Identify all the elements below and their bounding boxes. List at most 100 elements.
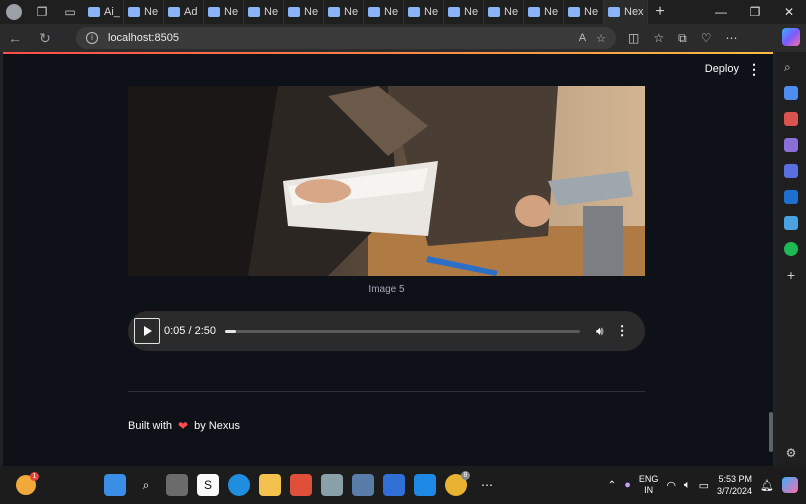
tab-5[interactable]: Ne	[284, 0, 324, 24]
weather-badge: 1	[30, 472, 39, 481]
site-info-icon[interactable]: i	[86, 32, 98, 44]
header-decoration	[3, 52, 773, 54]
tab-label: Ne	[584, 6, 599, 18]
read-aloud-icon[interactable]: A	[579, 32, 586, 44]
footer-text: Built with ❤ by Nexus	[128, 419, 240, 433]
book-icon	[488, 7, 500, 17]
main-menu-icon[interactable]: ⋮	[747, 61, 761, 78]
notepad-icon[interactable]	[383, 474, 405, 496]
shopping-icon[interactable]	[784, 86, 798, 100]
tab-active[interactable]: Nex ✕	[604, 0, 648, 24]
tab-3[interactable]: Ne	[204, 0, 244, 24]
book-icon	[328, 7, 340, 17]
refresh-button[interactable]: ↻	[30, 30, 60, 47]
tab-10[interactable]: Ne	[484, 0, 524, 24]
close-window-button[interactable]: ✕	[772, 0, 806, 24]
notification-bell-icon[interactable]: 🔔︎	[760, 479, 774, 492]
tab-6[interactable]: Ne	[324, 0, 364, 24]
more-menu-icon[interactable]: ⋯	[725, 31, 737, 46]
favorites-icon[interactable]: ☆	[653, 31, 664, 46]
send-icon[interactable]	[784, 216, 798, 230]
settings-taskbar-icon[interactable]	[352, 474, 374, 496]
people-icon[interactable]	[784, 138, 798, 152]
vscode-icon[interactable]	[414, 474, 436, 496]
search-icon[interactable]: ⌕	[784, 60, 798, 74]
add-app-icon[interactable]: +	[784, 268, 798, 282]
start-menu-icon[interactable]	[104, 474, 126, 496]
lang-top: ENG	[638, 474, 659, 484]
copilot-app-icon[interactable]	[784, 164, 798, 178]
collections-icon[interactable]: ⧉	[678, 31, 687, 46]
copilot-icon[interactable]	[782, 28, 800, 46]
copilot-tray-icon[interactable]	[782, 477, 798, 493]
volume-tray-icon[interactable]: 🔈︎	[684, 479, 691, 492]
tab-8[interactable]: Ne	[404, 0, 444, 24]
book-icon	[448, 7, 460, 17]
store-icon[interactable]	[290, 474, 312, 496]
language-indicator[interactable]: ENG IN	[639, 474, 659, 496]
settings-gear-icon[interactable]: ⚙	[786, 446, 797, 460]
split-screen-icon[interactable]: ◫	[628, 31, 639, 46]
heart-icon: ❤	[178, 419, 189, 433]
edge-taskbar-icon[interactable]	[228, 474, 250, 496]
audio-time: 0:05 / 2:50	[164, 325, 216, 337]
audio-options-icon[interactable]: ⋮	[616, 323, 629, 339]
audio-progress-slider[interactable]	[225, 329, 580, 333]
search-taskbar-icon[interactable]: ⌕	[135, 474, 157, 496]
audio-progress-fill	[225, 329, 236, 333]
wifi-icon[interactable]: ◠	[666, 479, 676, 492]
outlook-icon[interactable]	[784, 190, 798, 204]
battery-icon[interactable]: ▭	[699, 479, 709, 492]
tab-label: Ne	[504, 6, 519, 18]
workspaces-icon[interactable]: ❐	[28, 0, 56, 24]
tab-1[interactable]: Ne	[124, 0, 164, 24]
app-s-icon[interactable]: S	[197, 474, 219, 496]
tab-9[interactable]: Ne	[444, 0, 484, 24]
restore-button[interactable]: ❐	[738, 0, 772, 24]
favorite-star-icon[interactable]: ☆	[596, 32, 606, 45]
extensions-icon[interactable]: ♡	[701, 31, 712, 46]
microphone-icon[interactable]: ●	[624, 479, 631, 491]
show-hidden-icons[interactable]: ⌃	[608, 480, 616, 491]
footer-suffix: by Nexus	[194, 420, 240, 432]
volume-icon[interactable]: 🔊︎	[596, 324, 604, 339]
tab-0[interactable]: Ai_	[84, 0, 124, 24]
file-explorer-icon[interactable]	[259, 474, 281, 496]
book-icon	[408, 7, 420, 17]
tab-11[interactable]: Ne	[524, 0, 564, 24]
tab-actions-icon[interactable]: ▭	[56, 0, 84, 24]
url-text: localhost:8505	[108, 32, 179, 44]
address-bar[interactable]: i localhost:8505 A ☆	[76, 27, 616, 49]
taskbar-apps: ⌕ S 8 ⋯	[104, 471, 507, 496]
clock-date: 3/7/2024	[716, 486, 753, 496]
profile-avatar[interactable]	[6, 4, 22, 20]
circle-icon	[168, 7, 180, 17]
chrome-icon[interactable]: 8	[445, 471, 470, 496]
more-apps-icon[interactable]: ⋯	[476, 474, 498, 496]
minimize-button[interactable]: —	[704, 0, 738, 24]
tools-icon[interactable]	[784, 112, 798, 126]
tab-2[interactable]: Ad	[164, 0, 204, 24]
clock[interactable]: 5:53 PM 3/7/2024	[717, 473, 752, 497]
tab-12[interactable]: Ne	[564, 0, 604, 24]
app-page: Deploy ⋮ Image 5 0:05 / 2:50 🔊︎ ⋮ Built …	[3, 52, 773, 466]
chatgpt-icon[interactable]	[321, 474, 343, 496]
tab-4[interactable]: Ne	[244, 0, 284, 24]
address-bar-row: ← ↻ i localhost:8505 A ☆ ◫ ☆ ⧉ ♡ ⋯	[0, 24, 806, 52]
back-button[interactable]: ←	[0, 30, 30, 46]
tab-7[interactable]: Ne	[364, 0, 404, 24]
book-icon	[568, 7, 580, 17]
task-view-icon[interactable]	[166, 474, 188, 496]
play-button[interactable]	[134, 318, 160, 344]
page-scrollbar[interactable]	[769, 412, 773, 452]
shield-icon	[248, 7, 260, 17]
deploy-button[interactable]: Deploy	[705, 63, 739, 75]
tab-label: Ne	[264, 6, 279, 18]
spotify-icon[interactable]	[784, 242, 798, 256]
new-tab-button[interactable]: +	[648, 3, 672, 21]
chrome-badge: 8	[461, 471, 470, 480]
image-caption: Image 5	[368, 284, 405, 295]
tab-strip: Ai_ Ne Ad Ne Ne Ne Ne Ne Ne Ne Ne Ne Ne	[84, 0, 604, 24]
photo-content	[128, 86, 645, 276]
weather-widget-icon[interactable]: 1	[16, 472, 39, 495]
